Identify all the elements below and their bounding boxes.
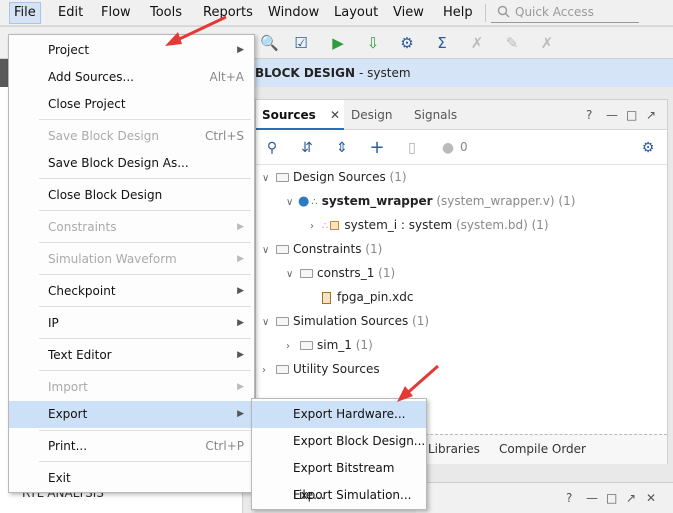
annotation-arrow-export-hardware [397, 364, 439, 402]
annotation-overlay [165, 15, 439, 402]
annotation-arrow-file [165, 15, 227, 46]
